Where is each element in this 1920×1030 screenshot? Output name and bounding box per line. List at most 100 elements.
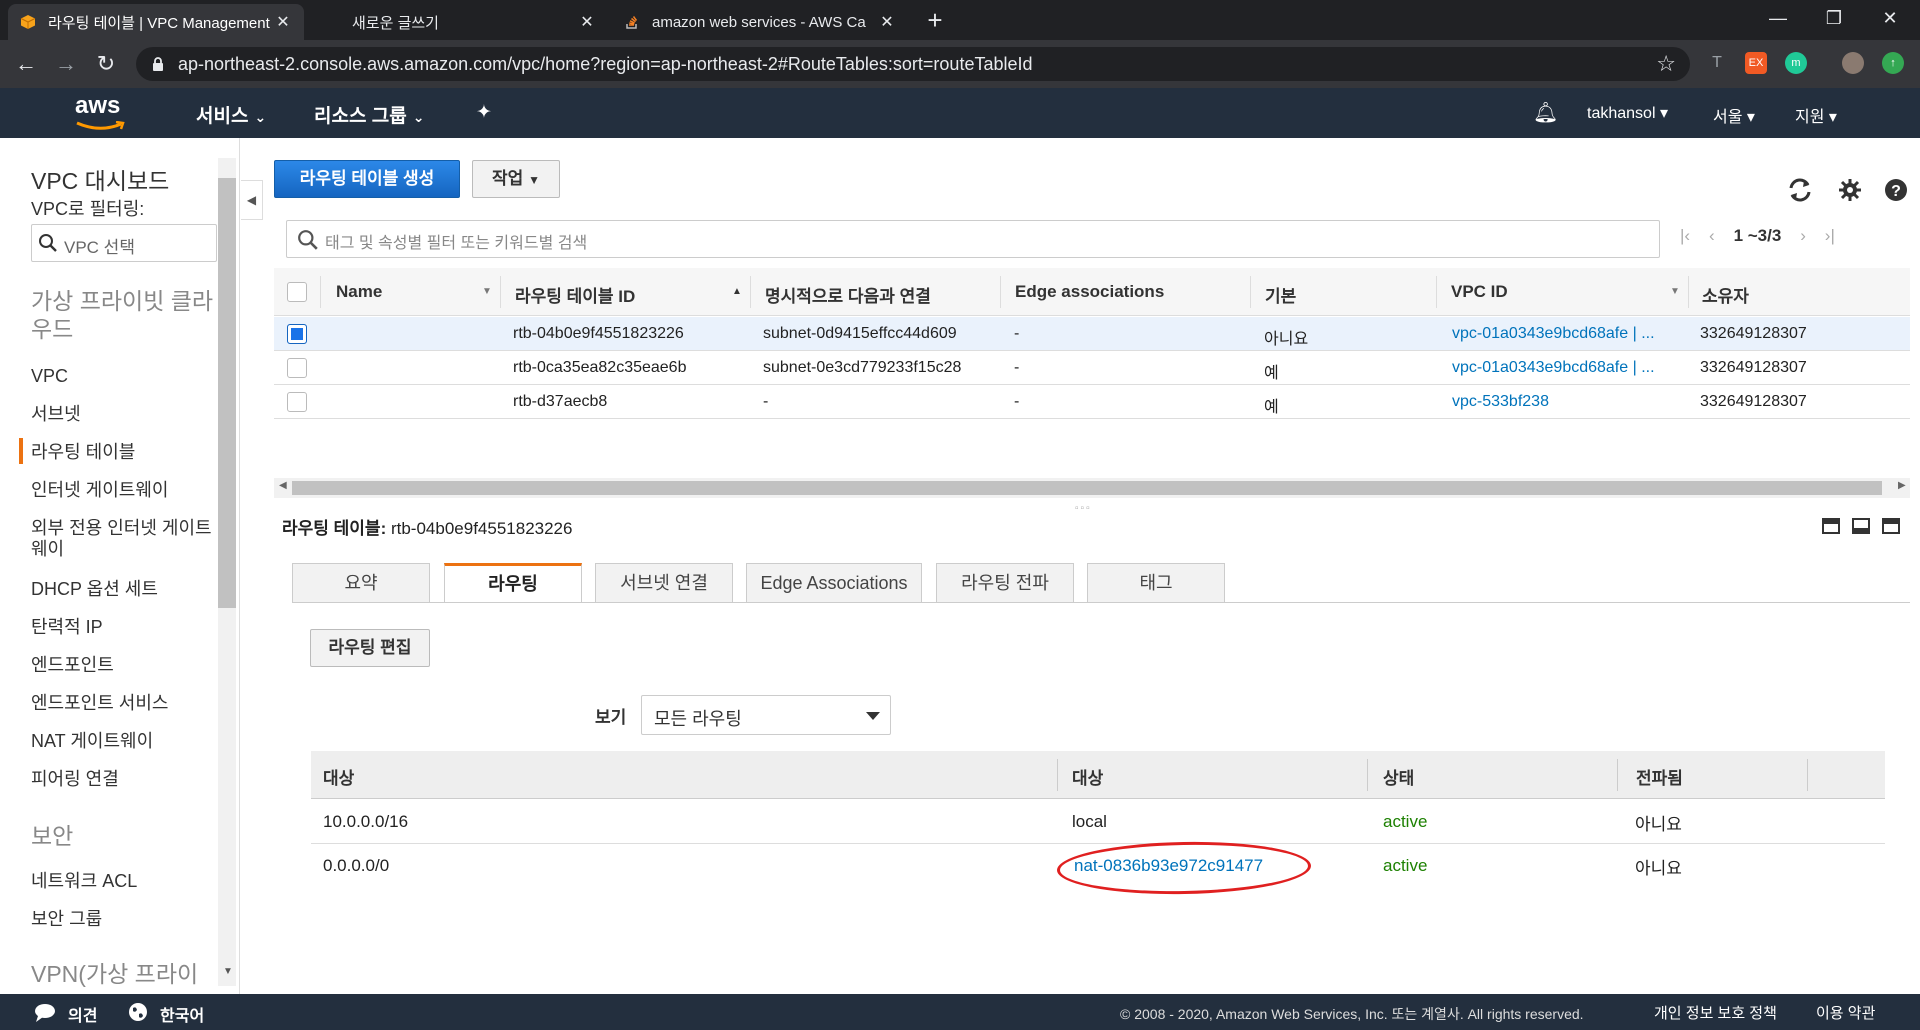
tab-route-propagation[interactable]: 라우팅 전파	[936, 563, 1074, 603]
help-icon[interactable]: ?	[1884, 178, 1908, 202]
scroll-down-icon[interactable]: ▼	[223, 966, 233, 977]
split-view-half-icon[interactable]	[1852, 518, 1870, 534]
extension-icon[interactable]: m	[1785, 52, 1807, 74]
tab-edge-associations[interactable]: Edge Associations	[746, 563, 922, 603]
caret-down-icon[interactable]: ▼	[482, 286, 492, 297]
language-selector[interactable]: 한국어	[160, 1002, 204, 1026]
sidebar-item-subnets[interactable]: 서브넷	[31, 404, 216, 425]
sidebar-title[interactable]: VPC 대시보드	[31, 162, 169, 196]
forward-arrow-icon[interactable]: →	[52, 50, 80, 78]
back-arrow-icon[interactable]: ←	[12, 50, 40, 78]
cell-vpc-id[interactable]: vpc-01a0343e9bcd68afe | ...	[1452, 359, 1680, 377]
column-header-route-table-id[interactable]: 라우팅 테이블 ID	[515, 282, 635, 307]
sidebar-item-elastic-ip[interactable]: 탄력적 IP	[31, 617, 216, 638]
scroll-right-icon[interactable]: ▶	[1898, 480, 1906, 491]
sidebar-item-dhcp-options[interactable]: DHCP 옵션 세트	[31, 579, 216, 600]
sidebar-item-nat-gateways[interactable]: NAT 게이트웨이	[31, 731, 216, 752]
reload-icon[interactable]: ↻	[92, 50, 120, 78]
update-arrow-icon[interactable]: ↑	[1882, 52, 1904, 74]
sidebar-item-peering[interactable]: 피어링 연결	[31, 769, 216, 790]
grid-scrollbar-thumb[interactable]	[292, 481, 1882, 495]
first-page-icon[interactable]: |‹	[1680, 226, 1690, 245]
minimize-window-icon[interactable]: —	[1758, 8, 1798, 29]
prev-page-icon[interactable]: ‹	[1709, 226, 1715, 245]
close-tab-icon[interactable]: ✕	[878, 12, 896, 32]
grid-horizontal-scrollbar[interactable]: ◀ ▶	[274, 478, 1910, 498]
split-view-full-icon[interactable]	[1882, 518, 1900, 534]
close-tab-icon[interactable]: ✕	[578, 12, 596, 32]
cell-vpc-id[interactable]: vpc-01a0343e9bcd68afe | ...	[1452, 325, 1680, 343]
row-checkbox[interactable]	[287, 358, 307, 378]
create-route-table-button[interactable]: 라우팅 테이블 생성	[274, 160, 460, 198]
sidebar-scrollbar[interactable]: ▼	[218, 158, 236, 986]
profile-avatar[interactable]	[1842, 52, 1864, 74]
aws-logo[interactable]: aws	[75, 94, 125, 136]
vpc-select[interactable]: VPC 선택	[31, 224, 217, 262]
column-header-vpc-id[interactable]: VPC ID	[1451, 282, 1508, 302]
tab-tags[interactable]: 태그	[1087, 563, 1225, 603]
tab-subnet-associations[interactable]: 서브넷 연결	[595, 563, 733, 603]
column-header-main[interactable]: 기본	[1265, 282, 1296, 307]
scroll-left-icon[interactable]: ◀	[279, 480, 287, 491]
sidebar-item-security-groups[interactable]: 보안 그룹	[31, 909, 216, 930]
text-extension-icon[interactable]: T	[1706, 52, 1728, 74]
edit-routes-button[interactable]: 라우팅 편집	[310, 629, 430, 667]
sidebar-item-route-tables[interactable]: 라우팅 테이블	[31, 442, 216, 463]
feedback-link[interactable]: 의견	[68, 1002, 97, 1026]
column-header-edge[interactable]: Edge associations	[1015, 282, 1164, 302]
table-row[interactable]: rtb-d37aecb8 - - 예 vpc-533bf238 33264912…	[274, 385, 1910, 419]
row-checkbox[interactable]	[287, 392, 307, 412]
tab-summary[interactable]: 요약	[292, 563, 430, 603]
sidebar-item-egress-only-gateways[interactable]: 외부 전용 인터넷 게이트웨이	[31, 518, 216, 560]
sidebar-item-endpoint-services[interactable]: 엔드포인트 서비스	[31, 693, 216, 714]
url-field[interactable]: ap-northeast-2.console.aws.amazon.com/vp…	[136, 47, 1690, 81]
search-filter-input[interactable]: 태그 및 속성별 필터 또는 키워드별 검색	[286, 220, 1660, 258]
maximize-window-icon[interactable]: ❐	[1814, 8, 1854, 29]
route-destination: 0.0.0.0/0	[323, 856, 390, 875]
support-label: 지원	[1795, 109, 1825, 126]
services-menu[interactable]: 서비스 ⌄	[196, 101, 266, 128]
region-menu[interactable]: 서울 ▾	[1713, 103, 1755, 127]
sort-asc-icon[interactable]: ▲	[732, 286, 742, 297]
tab-routes[interactable]: 라우팅	[444, 563, 582, 603]
resource-groups-menu[interactable]: 리소스 그룹 ⌄	[314, 101, 424, 128]
terms-link[interactable]: 이용 약관	[1816, 1002, 1875, 1023]
sidebar-item-internet-gateways[interactable]: 인터넷 게이트웨이	[31, 480, 216, 501]
table-row[interactable]: rtb-0ca35ea82c35eae6b subnet-0e3cd779233…	[274, 351, 1910, 385]
pin-icon[interactable]: ✦	[476, 101, 492, 124]
table-row[interactable]: rtb-04b0e9f4551823226 subnet-0d9415effcc…	[274, 317, 1910, 351]
ex-extension-icon[interactable]: EX	[1745, 52, 1767, 74]
close-window-icon[interactable]: ✕	[1870, 8, 1910, 29]
select-all-checkbox[interactable]	[287, 282, 307, 302]
sidebar-item-endpoints[interactable]: 엔드포인트	[31, 655, 216, 676]
new-tab-button[interactable]: +	[920, 6, 950, 36]
support-menu[interactable]: 지원 ▾	[1795, 103, 1837, 127]
column-header-explicit[interactable]: 명시적으로 다음과 연결	[765, 282, 931, 307]
bell-icon[interactable]: 🔔︎	[1533, 100, 1558, 125]
browser-tab-vpc[interactable]: 라우팅 테이블 | VPC Management ✕	[8, 4, 304, 40]
gear-icon[interactable]	[1838, 178, 1862, 202]
browser-tab-blog[interactable]: 새로운 글쓰기 ✕	[312, 4, 608, 40]
sidebar-scrollbar-thumb[interactable]	[218, 178, 236, 608]
split-view-bottom-icon[interactable]	[1822, 518, 1840, 534]
collapse-sidebar-button[interactable]: ◀	[241, 180, 263, 220]
sidebar-item-network-acl[interactable]: 네트워크 ACL	[31, 871, 216, 892]
next-page-icon[interactable]: ›	[1800, 226, 1806, 245]
column-header-name[interactable]: Name	[336, 282, 382, 302]
refresh-icon[interactable]	[1786, 176, 1814, 204]
browser-tab-search[interactable]: amazon web services - AWS Ca ✕	[612, 4, 908, 40]
privacy-policy-link[interactable]: 개인 정보 보호 정책	[1654, 1002, 1777, 1023]
actions-button[interactable]: 작업 ▼	[472, 160, 560, 198]
view-select[interactable]: 모든 라우팅	[641, 695, 891, 735]
bookmark-star-icon[interactable]: ☆	[1656, 51, 1676, 77]
user-menu[interactable]: takhansol ▾	[1587, 103, 1668, 123]
caret-down-icon[interactable]: ▼	[1670, 286, 1680, 297]
column-header-owner[interactable]: 소유자	[1702, 282, 1749, 307]
row-checkbox[interactable]	[287, 324, 307, 344]
sidebar-item-vpc[interactable]: VPC	[31, 366, 216, 387]
last-page-icon[interactable]: ›|	[1825, 226, 1835, 245]
panel-resize-handle[interactable]: ▫▫▫	[1075, 503, 1092, 514]
close-tab-icon[interactable]: ✕	[274, 12, 292, 32]
cell-vpc-id[interactable]: vpc-533bf238	[1452, 393, 1680, 411]
region-label: 서울	[1713, 109, 1743, 126]
